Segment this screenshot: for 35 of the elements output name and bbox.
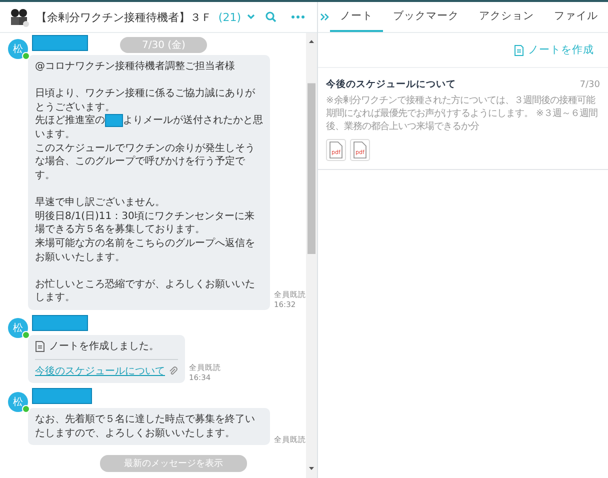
panel-tab[interactable]: ブックマーク <box>383 2 469 32</box>
message-text: @コロナワクチン接種待機者調整ご担当者様 <box>35 60 236 74</box>
message-text: このスケジュールでワクチンの余りが発生しそうな場合、このグループで呼びかけを行う予定です。 <box>35 142 256 183</box>
redaction-block <box>105 114 123 128</box>
group-avatar-icon <box>8 6 30 28</box>
message-text: お忙しいところ恐縮ですが、よろしくお願いいたします。 <box>35 278 256 305</box>
message-text: 先ほど推進室の よりメールが送付されたかと思います。 <box>35 114 263 142</box>
document-icon <box>35 341 45 352</box>
note-preview: ※余剰分ワクチンで接種された方については、３週間後の接種可能期間になれば最優先でお声がけするようにします。 ※３週～６週間後、業務の都合上いつ来場できるか分 <box>326 94 599 133</box>
message-text: 日頃より、ワクチン接種に係るご協力誠にありがとうございます。 <box>35 87 256 114</box>
user-avatar: 松 <box>8 318 28 338</box>
redaction-block <box>32 388 92 404</box>
panel-tab[interactable]: ノート <box>330 2 383 32</box>
note-link[interactable]: 今後のスケジュールについて <box>35 364 165 378</box>
member-count[interactable]: (21) <box>218 10 241 24</box>
panel-tab[interactable]: ファイル <box>544 2 608 32</box>
collapse-panel-icon[interactable] <box>320 12 330 22</box>
message-text: ノートを作成しました。 <box>49 340 159 354</box>
document-icon <box>514 44 524 56</box>
user-avatar: 松 <box>8 392 28 412</box>
message-text: 来場可能な方の名前をこちらのグループへ返信をお願いいたします。 <box>35 236 256 264</box>
chat-title: 【余剰分ワクチン接種待機者】３Ｆ <box>36 10 212 24</box>
note-title: 今後のスケジュールについて <box>326 78 456 91</box>
create-note-button[interactable]: ノートを作成 <box>508 42 600 58</box>
message-text: 早速で申し訳ございません。 <box>35 196 166 210</box>
message-text: 明後日8/1(日)11：30頃にワクチンセンターに来場できる方５名を募集しております。 <box>35 210 256 237</box>
redaction-block <box>32 35 88 51</box>
note-date: 7/30 <box>580 80 600 90</box>
scrollbar[interactable] <box>306 33 317 478</box>
redaction-block <box>32 314 88 331</box>
user-avatar: 松 <box>8 38 28 58</box>
message-text: なお、先着順で５名に達した時点で募集を終了いたしますので、よろしくお願いいたします。 <box>35 413 256 440</box>
chevron-down-icon[interactable] <box>247 14 255 20</box>
paperclip-icon <box>168 366 178 376</box>
panel-tab[interactable]: アクション <box>469 2 544 32</box>
